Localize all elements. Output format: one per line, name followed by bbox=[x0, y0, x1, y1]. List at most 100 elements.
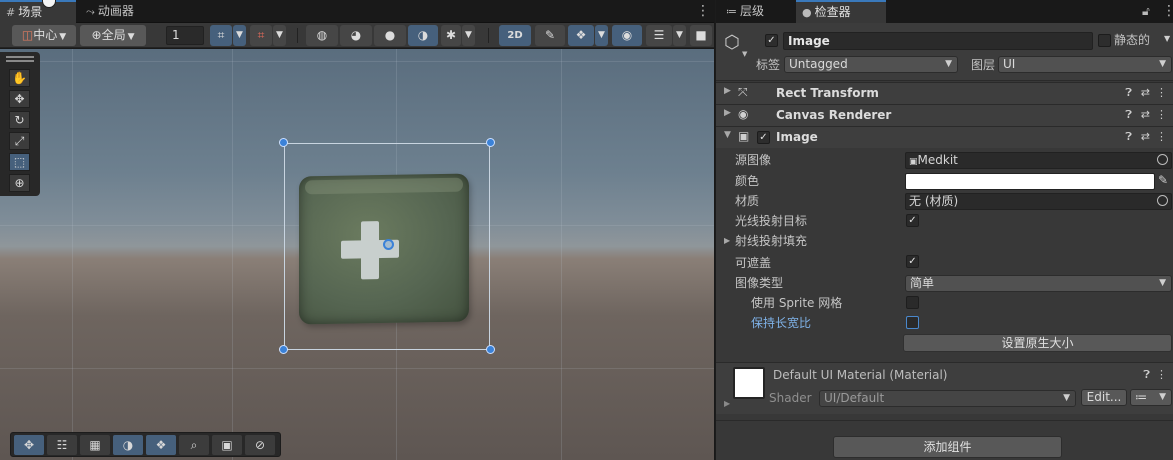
component-header-image[interactable]: ▼ ▣ ✓ Image ❓︎ ⇄ ⋮ bbox=[716, 126, 1173, 148]
move-overlay-button[interactable]: ✥ bbox=[14, 435, 44, 455]
scene-viewport[interactable] bbox=[0, 49, 714, 460]
rect-handle-bottom-right[interactable] bbox=[486, 345, 495, 354]
add-component-button[interactable]: 添加组件 bbox=[833, 436, 1062, 458]
help-icon[interactable]: ❓︎ bbox=[1143, 368, 1150, 382]
drag-grip-icon[interactable] bbox=[6, 56, 34, 62]
debug-draw-button[interactable]: ✱ bbox=[441, 25, 461, 46]
image-type-dropdown[interactable]: 简单 ▼ bbox=[905, 275, 1172, 292]
rotate-tool-button[interactable]: ↻ bbox=[9, 111, 30, 129]
fold-arrow-icon[interactable]: ▶ bbox=[724, 399, 730, 408]
navigation-overlay-button[interactable]: ⊘ bbox=[245, 435, 275, 455]
info-icon: ● bbox=[802, 6, 812, 19]
shader-dropdown[interactable]: UI/Default ▼ bbox=[819, 390, 1076, 407]
animator-icon: ⤳ bbox=[86, 5, 95, 18]
rect-handle-bottom-left[interactable] bbox=[279, 345, 288, 354]
gameobject-name-input[interactable]: Image bbox=[783, 32, 1093, 50]
grid-snap-dropdown[interactable]: ▼ bbox=[233, 25, 246, 46]
space-toggle[interactable]: ⊕全局 ▼ bbox=[80, 25, 146, 46]
object-picker-icon[interactable] bbox=[1157, 195, 1168, 206]
tab-hierarchy[interactable]: ≔ 层级 bbox=[720, 0, 796, 23]
increment-snap-button[interactable]: ⌗ bbox=[250, 25, 272, 46]
lighting-toggle-button[interactable]: ✎ bbox=[535, 25, 565, 46]
more-options-icon[interactable]: ⋮ bbox=[696, 2, 710, 20]
source-image-field[interactable]: ▣Medkit bbox=[905, 152, 1172, 169]
object-picker-icon[interactable] bbox=[1157, 154, 1168, 165]
rect-handle-top-left[interactable] bbox=[279, 138, 288, 147]
layers-button[interactable]: ☰ bbox=[646, 25, 672, 46]
component-header-canvas-renderer[interactable]: ▶ ◉ Canvas Renderer ❓︎ ⇄ ⋮ bbox=[716, 104, 1173, 126]
tag-value: Untagged bbox=[789, 57, 848, 71]
2d-mode-button[interactable]: 2D bbox=[499, 25, 531, 46]
camera-overlay-button[interactable]: ▣ bbox=[212, 435, 242, 455]
inspector-tab-bar: ≔ 层级 ● 检查器 🔓︎ ⋮ bbox=[716, 0, 1173, 23]
grid-size-input[interactable]: 1 bbox=[166, 26, 204, 45]
use-sprite-mesh-checkbox[interactable] bbox=[906, 296, 919, 309]
list-icon: ≔ bbox=[726, 5, 737, 18]
fold-arrow-icon[interactable]: ▶ bbox=[724, 86, 731, 96]
help-icon[interactable]: ❓︎ bbox=[1125, 130, 1132, 144]
image-enabled-checkbox[interactable]: ✓ bbox=[757, 131, 770, 144]
help-icon[interactable]: ❓︎ bbox=[1125, 108, 1132, 122]
debug-draw-dropdown[interactable]: ▼ bbox=[462, 25, 475, 46]
static-checkbox[interactable] bbox=[1098, 34, 1111, 47]
layers-dropdown[interactable]: ▼ bbox=[673, 25, 686, 46]
raycast-padding-label[interactable]: 射线投射填充 bbox=[735, 233, 807, 249]
lock-icon[interactable]: 🔓︎ bbox=[1142, 2, 1150, 20]
grid-overlay-button[interactable]: ▦ bbox=[80, 435, 110, 455]
help-icon[interactable]: ❓︎ bbox=[1125, 86, 1132, 100]
more-options-icon[interactable]: ⋮ bbox=[1156, 86, 1167, 99]
tab-animator[interactable]: ⤳ 动画器 bbox=[80, 0, 160, 23]
camera-button[interactable]: ■ bbox=[690, 25, 712, 46]
grid-snap-button[interactable]: ⌗ bbox=[210, 25, 232, 46]
fold-arrow-icon[interactable]: ▶ bbox=[724, 108, 731, 118]
more-options-icon[interactable]: ⋮ bbox=[1156, 108, 1167, 121]
layers-overlay-button[interactable]: ❖ bbox=[146, 435, 176, 455]
shading-shaded-button[interactable]: ● bbox=[374, 25, 406, 46]
rect-handle-top-right[interactable] bbox=[486, 138, 495, 147]
shading-lit-button[interactable]: ◑ bbox=[408, 25, 438, 46]
scale-tool-button[interactable]: ⤢ bbox=[9, 132, 30, 150]
shader-edit-button[interactable]: Edit... bbox=[1081, 389, 1127, 406]
preset-icon[interactable]: ⇄ bbox=[1141, 130, 1150, 143]
more-options-icon[interactable]: ⋮ bbox=[1156, 130, 1167, 143]
tab-inspector[interactable]: ● 检查器 bbox=[796, 0, 886, 23]
maskable-checkbox[interactable]: ✓ bbox=[906, 255, 919, 268]
transform-tool-button[interactable]: ⊕ bbox=[9, 174, 30, 192]
material-field[interactable]: 无 (材质) bbox=[905, 193, 1172, 210]
shader-options-dropdown[interactable]: ≔ ▼ bbox=[1130, 389, 1172, 406]
preset-icon[interactable]: ⇄ bbox=[1141, 86, 1150, 99]
search-overlay-button[interactable]: ⌕ bbox=[179, 435, 209, 455]
pivot-handle[interactable] bbox=[383, 239, 394, 250]
fold-arrow-icon[interactable]: ▼ bbox=[724, 130, 731, 140]
move-tool-button[interactable]: ✥ bbox=[9, 90, 30, 108]
color-swatch-field[interactable] bbox=[905, 173, 1155, 190]
increment-snap-dropdown[interactable]: ▼ bbox=[273, 25, 286, 46]
raycast-target-checkbox[interactable]: ✓ bbox=[906, 214, 919, 227]
eyedropper-icon[interactable]: ✎ bbox=[1158, 173, 1168, 187]
more-options-icon[interactable]: ⋮ bbox=[1156, 368, 1167, 381]
more-options-icon[interactable]: ⋮ bbox=[1162, 2, 1173, 20]
raycast-target-label: 光线投射目标 bbox=[735, 214, 808, 228]
gameobject-active-checkbox[interactable]: ✓ bbox=[765, 34, 778, 47]
tag-dropdown[interactable]: Untagged ▼ bbox=[784, 56, 958, 73]
layer-dropdown[interactable]: UI ▼ bbox=[998, 56, 1172, 73]
grid-snap-icon: ⌗ bbox=[217, 28, 225, 42]
rect-tool-button[interactable]: ⬚ bbox=[9, 153, 30, 171]
fold-arrow-icon[interactable]: ▶ bbox=[724, 236, 730, 245]
lighting-overlay-button[interactable]: ◑ bbox=[113, 435, 143, 455]
chevron-down-icon[interactable]: ▼ bbox=[742, 50, 747, 58]
chevron-down-icon[interactable]: ▼ bbox=[1164, 34, 1170, 43]
pivot-toggle[interactable]: ◫中心 ▼ bbox=[12, 25, 76, 46]
tab-scene[interactable]: # 场景 bbox=[0, 0, 76, 23]
shading-shaded-wireframe-button[interactable]: ◕ bbox=[340, 25, 372, 46]
shading-wireframe-button[interactable]: ◍ bbox=[306, 25, 338, 46]
set-native-size-button[interactable]: 设置原生大小 bbox=[903, 334, 1172, 352]
preserve-aspect-checkbox[interactable] bbox=[906, 316, 919, 329]
visibility-button[interactable]: ◉ bbox=[612, 25, 642, 46]
sliders-overlay-button[interactable]: ☷ bbox=[47, 435, 77, 455]
hand-tool-button[interactable]: ✋ bbox=[9, 69, 30, 87]
component-header-rect-transform[interactable]: ▶ ⤧ Rect Transform ❓︎ ⇄ ⋮ bbox=[716, 82, 1173, 104]
effects-dropdown[interactable]: ▼ bbox=[595, 25, 608, 46]
effects-button[interactable]: ❖ bbox=[568, 25, 594, 46]
preset-icon[interactable]: ⇄ bbox=[1141, 108, 1150, 121]
